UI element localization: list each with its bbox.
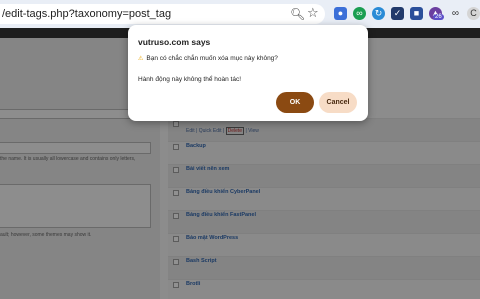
table-row <box>168 279 480 299</box>
address-bar[interactable]: /edit-tags.php?taxonomy=post_tag 🔍︎ ☆ <box>0 4 325 24</box>
row-actions: Edit | Quick Edit | Delete | View <box>186 127 259 135</box>
extension-3-icon[interactable]: ↻ <box>372 7 385 20</box>
dialog-note: Hành động này không thể hoàn tác! <box>138 76 241 83</box>
separator: | <box>222 128 225 134</box>
edit-link[interactable]: Edit <box>186 128 195 134</box>
tag-name-link[interactable]: Bảng điều khiển FastPanel <box>186 212 256 218</box>
separator: | <box>196 128 198 134</box>
row-checkbox[interactable] <box>173 144 179 150</box>
tag-name-link[interactable]: Bảng điều khiển CyberPanel <box>186 189 260 195</box>
extension-4-icon[interactable]: ✓ <box>391 7 404 20</box>
extension-1-icon[interactable]: ● <box>334 7 347 20</box>
zoom-icon[interactable]: 🔍︎ <box>290 7 305 21</box>
confirm-dialog: vutruso.com says ⚠ Bạn có chắc chắn muốn … <box>128 25 368 121</box>
url-text[interactable]: /edit-tags.php?taxonomy=post_tag <box>2 8 171 20</box>
browser-toolbar: /edit-tags.php?taxonomy=post_tag 🔍︎ ☆ ● … <box>0 0 480 28</box>
delete-link[interactable]: Delete <box>225 127 245 135</box>
extension-7-icon[interactable]: ∞ <box>449 7 462 20</box>
extension-badge: 26 <box>433 14 444 20</box>
cancel-button[interactable]: Cancel <box>319 92 357 113</box>
view-link[interactable]: View <box>248 128 259 134</box>
row-checkbox[interactable] <box>173 190 179 196</box>
separator: | <box>245 128 247 134</box>
extension-2-icon[interactable]: ∞ <box>353 7 366 20</box>
profile-avatar[interactable]: C <box>467 7 480 20</box>
description-textarea[interactable] <box>0 184 151 228</box>
bookmark-star-icon[interactable]: ☆ <box>307 5 319 21</box>
tag-name-link[interactable]: Bảo mật WordPress <box>186 235 238 241</box>
row-checkbox[interactable] <box>173 282 179 288</box>
tag-name-link[interactable]: Backup <box>186 143 206 149</box>
dialog-warning: ⚠ Bạn có chắc chắn muốn xóa mục này không… <box>138 55 278 62</box>
tag-name-link[interactable]: Brotli <box>186 281 200 287</box>
extension-5-icon[interactable]: ■ <box>410 7 423 20</box>
row-checkbox[interactable] <box>173 259 179 265</box>
name-help-text: the name. It is usually all lowercase an… <box>0 156 136 162</box>
warning-icon: ⚠ <box>138 56 144 62</box>
table-row <box>168 141 480 164</box>
ok-button[interactable]: OK <box>276 92 314 113</box>
dialog-warning-text: Bạn có chắc chắn muốn xóa mục này không? <box>146 55 278 62</box>
quick-edit-link[interactable]: Quick Edit <box>199 128 222 134</box>
dialog-title: vutruso.com says <box>138 37 211 47</box>
row-checkbox[interactable] <box>173 236 179 242</box>
tag-name-link[interactable]: Bài viết nên xem <box>186 166 229 172</box>
row-checkbox[interactable] <box>173 121 179 127</box>
tag-name-link[interactable]: Bash Script <box>186 258 217 264</box>
name-input[interactable] <box>0 142 151 154</box>
row-checkbox[interactable] <box>173 167 179 173</box>
row-checkbox[interactable] <box>173 213 179 219</box>
description-help-text: ault; however, some themes may show it. <box>0 232 92 238</box>
